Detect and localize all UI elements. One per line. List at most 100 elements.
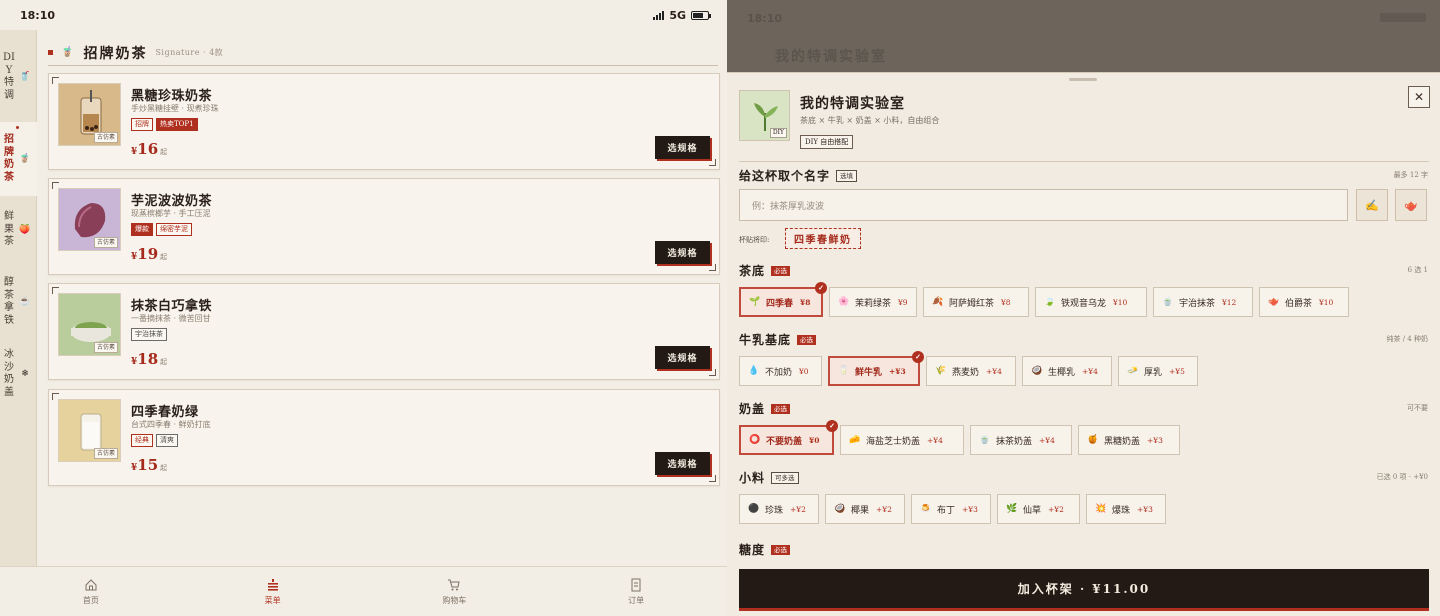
cup-name-input[interactable]: 例：抹茶厚乳波波 bbox=[739, 189, 1348, 221]
option-chip[interactable]: ⭕ 不要奶盖 ¥0 ✓ bbox=[739, 420, 838, 455]
group-badge: 可多选 bbox=[771, 471, 799, 484]
product-card[interactable]: 古仿素 抹茶白巧拿铁 一番摘抹茶 · 微苦回甘 宇治抹茶 ¥18 起 选规格 bbox=[48, 283, 720, 380]
sidebar-item-label: 冰沙奶盖 bbox=[4, 349, 14, 398]
sidebar-item-0[interactable]: DIY特调 🥤 bbox=[0, 42, 37, 112]
product-card[interactable]: 古仿素 四季春奶绿 台式四季春 · 鲜奶打底 经典 清爽 ¥15 起 选规格 bbox=[48, 389, 720, 486]
option-chip[interactable]: ⚫ 珍珠 +¥2 bbox=[739, 494, 819, 524]
option-chip[interactable]: 🍂 阿萨姆红茶 ¥8 bbox=[923, 287, 1029, 317]
sheet-title: 我的特调实验室 bbox=[800, 96, 905, 112]
option-label: 布丁 bbox=[937, 505, 956, 516]
dice-icon[interactable]: 🫖 bbox=[1395, 189, 1427, 221]
option-label: 海盐芝士奶盖 bbox=[866, 436, 921, 447]
sidebar-item-1[interactable]: 招牌奶茶 🧋 bbox=[0, 122, 37, 196]
tab-label: 购物车 bbox=[442, 595, 467, 605]
sidebar-item-3[interactable]: 醇茶拿铁 ☕ bbox=[0, 270, 37, 334]
product-tag: 清爽 bbox=[156, 434, 178, 447]
option-group-title: 小料 可多选 bbox=[739, 469, 799, 486]
section-header: 🧋 招牌奶茶 Signature · 4款 bbox=[48, 40, 718, 66]
option-chip[interactable]: 🍃 铁观音乌龙 ¥10 bbox=[1035, 287, 1147, 317]
option-group-hint: 纯茶 / 4 种奶 bbox=[1386, 335, 1429, 343]
option-label: 抹茶奶盖 bbox=[996, 436, 1033, 447]
option-chip[interactable]: 🧀 海盐芝士奶盖 +¥4 bbox=[840, 425, 964, 455]
tab-label: 首页 bbox=[82, 595, 99, 605]
dimmed-page-title: 我的特调实验室 bbox=[775, 49, 887, 65]
product-tag: 爆款 bbox=[131, 223, 153, 236]
option-chip[interactable]: 🌱 四季春 ¥8 ✓ bbox=[739, 282, 827, 317]
latte-icon: ☕ bbox=[19, 297, 31, 307]
brown-sugar-icon: 🍯 bbox=[1087, 435, 1099, 445]
sheet-grab-handle[interactable] bbox=[1069, 78, 1097, 81]
pencil-icon[interactable]: ✍ bbox=[1356, 189, 1388, 221]
product-price: ¥19 起 bbox=[131, 245, 168, 263]
product-tag: 热卖TOP1 bbox=[156, 118, 198, 131]
option-price: ¥10 bbox=[1113, 297, 1128, 307]
black-tea-icon: 🍂 bbox=[932, 297, 944, 307]
tab-order[interactable]: 订单 bbox=[545, 567, 727, 616]
option-chip[interactable]: 🥥 生椰乳 +¥4 bbox=[1022, 356, 1112, 386]
option-label: 生椰乳 bbox=[1048, 367, 1076, 378]
choose-spec-button[interactable]: 选规格 bbox=[655, 452, 710, 475]
option-chip[interactable]: 🌸 茉莉绿茶 ¥9 bbox=[829, 287, 917, 317]
option-group-hint: 6 选 1 bbox=[1407, 266, 1428, 274]
product-tag: 绵密芋泥 bbox=[156, 223, 192, 236]
option-chip[interactable]: 🌿 仙草 +¥2 bbox=[997, 494, 1080, 524]
check-icon: ✓ bbox=[815, 282, 827, 294]
sugar-section-title: 糖度 必选 bbox=[739, 541, 791, 558]
option-price: +¥2 bbox=[790, 504, 806, 514]
option-label: 椰果 bbox=[851, 505, 870, 516]
product-name: 芋泥波波奶茶 bbox=[131, 194, 213, 209]
fruit-icon: 🍑 bbox=[19, 225, 31, 235]
tab-cart[interactable]: 购物车 bbox=[364, 567, 546, 616]
choose-spec-button[interactable]: 选规格 bbox=[655, 241, 710, 264]
dim-overlay[interactable]: 18:10 我的特调实验室 bbox=[727, 0, 1440, 72]
tab-label: 菜单 bbox=[264, 595, 281, 605]
sidebar-item-2[interactable]: 鲜果茶 🍑 bbox=[0, 200, 37, 260]
required-badge: 必选 bbox=[771, 544, 791, 555]
option-chip[interactable]: 🍵 宇治抹茶 ¥12 bbox=[1153, 287, 1253, 317]
option-group-title: 奶盖 必选 bbox=[739, 400, 791, 417]
image-tag: 古仿素 bbox=[93, 237, 118, 248]
none-icon: ⭕ bbox=[749, 435, 761, 445]
option-chip[interactable]: 🫖 伯爵茶 ¥10 bbox=[1259, 287, 1349, 317]
option-price: +¥3 bbox=[1137, 504, 1153, 514]
close-button[interactable]: ✕ bbox=[1408, 86, 1430, 108]
option-chip[interactable]: 🍵 抹茶奶盖 +¥4 bbox=[970, 425, 1072, 455]
tab-menu[interactable]: 菜单 bbox=[182, 567, 364, 616]
check-icon: ✓ bbox=[826, 420, 838, 432]
option-chip[interactable]: 🧈 厚乳 +¥5 bbox=[1118, 356, 1198, 386]
diy-badge: DIY 自由搭配 bbox=[800, 135, 854, 149]
section-subtitle: Signature · 4款 bbox=[155, 48, 224, 57]
tab-home[interactable]: 首页 bbox=[0, 567, 182, 616]
option-chip[interactable]: 🍮 布丁 +¥3 bbox=[911, 494, 991, 524]
product-tags: 经典 清爽 bbox=[131, 434, 178, 447]
option-price: +¥4 bbox=[1039, 435, 1055, 445]
choose-spec-button[interactable]: 选规格 bbox=[655, 136, 710, 159]
sidebar-item-4[interactable]: 冰沙奶盖 ❄ bbox=[0, 346, 37, 402]
option-chip[interactable]: 🍯 黑糖奶盖 +¥3 bbox=[1078, 425, 1180, 455]
add-to-shelf-button[interactable]: 加入杯架 · ¥11.00 bbox=[739, 569, 1429, 608]
option-label: 伯爵茶 bbox=[1285, 298, 1313, 309]
option-chip[interactable]: 💧 不加奶 ¥0 bbox=[739, 356, 822, 386]
choose-spec-button[interactable]: 选规格 bbox=[655, 346, 710, 369]
diy-screen: 18:10 我的特调实验室 DIY 我的特调实验室 茶底 × 牛乳 × 奶盖 ×… bbox=[727, 0, 1440, 616]
jasmine-icon: 🌸 bbox=[838, 297, 850, 307]
option-chip[interactable]: 🥥 椰果 +¥2 bbox=[825, 494, 905, 524]
option-chip[interactable]: 💥 爆珠 +¥3 bbox=[1086, 494, 1166, 524]
option-chip[interactable]: 🥛 鲜牛乳 +¥3 ✓ bbox=[828, 351, 924, 386]
product-card[interactable]: 古仿素 芋泥波波奶茶 现蒸槟榔芋 · 手工压泥爆款 绵密芋泥 ¥19 起 选规格 bbox=[48, 178, 720, 275]
option-group-title: 牛乳基底 必选 bbox=[739, 331, 817, 348]
home-icon bbox=[85, 578, 97, 590]
product-tags: 爆款 绵密芋泥 bbox=[131, 223, 192, 236]
option-chip[interactable]: 🌾 燕麦奶 +¥4 bbox=[926, 356, 1016, 386]
product-price: ¥16 起 bbox=[131, 140, 168, 158]
option-label: 黑糖奶盖 bbox=[1104, 436, 1141, 447]
diy-cup-icon: 🥤 bbox=[19, 72, 31, 82]
image-tag: 古仿素 bbox=[93, 448, 118, 459]
matcha-icon: 🍵 bbox=[1162, 297, 1174, 307]
order-icon bbox=[631, 578, 641, 591]
option-price: ¥10 bbox=[1319, 297, 1334, 307]
product-image: 古仿素 bbox=[58, 83, 121, 146]
product-desc: 现蒸槟榔芋 · 手工压泥 bbox=[131, 209, 211, 218]
earl-grey-icon: 🫖 bbox=[1268, 297, 1280, 307]
product-card[interactable]: 古仿素 黑糖珍珠奶茶 手炒黑糖挂壁 · 现煮珍珠 招牌 热卖TOP1 ¥16 起 选规格 bbox=[48, 73, 720, 170]
